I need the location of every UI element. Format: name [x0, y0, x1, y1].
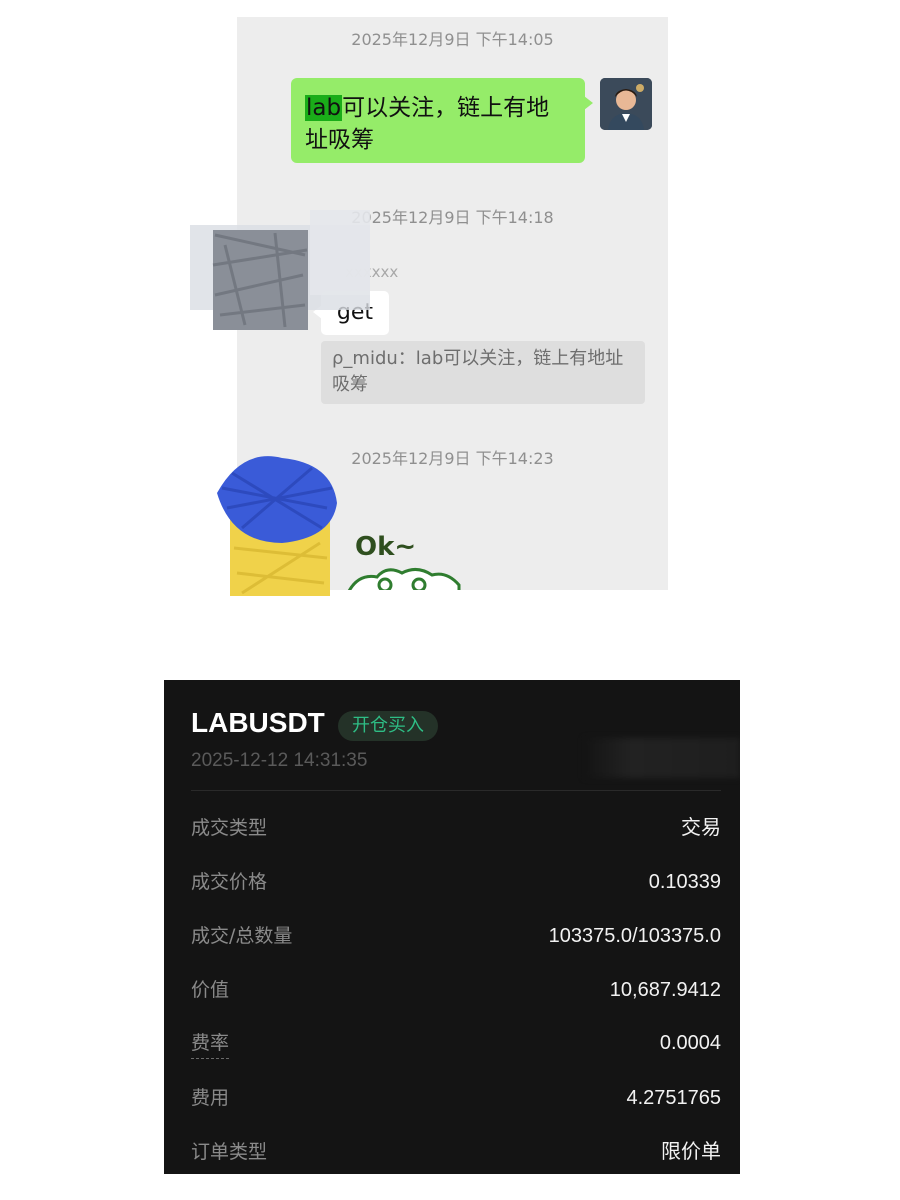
- detail-row-value: 价值 10,687.9412: [191, 975, 721, 1005]
- row-label: 成交类型: [191, 817, 268, 839]
- redacted-avatar: [185, 205, 380, 335]
- search-highlight: lab: [305, 95, 343, 121]
- trade-symbol: LABUSDT: [191, 707, 325, 738]
- my-message-text: 可以关注，链上有地址吸筹: [305, 95, 550, 153]
- fee-rate-tooltip-label[interactable]: 费率: [191, 1028, 230, 1059]
- row-value: 限价单: [661, 1141, 721, 1163]
- detail-row-fee-rate: 费率 0.0004: [191, 1028, 721, 1059]
- row-label: 成交价格: [191, 871, 268, 893]
- trade-side-badge: 开仓买入: [338, 711, 438, 741]
- ok-sticker[interactable]: Ok~: [347, 525, 487, 590]
- detail-row-trade-type: 成交类型 交易: [191, 813, 721, 843]
- detail-row-quantity: 成交/总数量 103375.0/103375.0: [191, 921, 721, 951]
- sticker-text: Ok~: [355, 532, 416, 562]
- detail-row-order-type: 订单类型 限价单: [191, 1137, 721, 1167]
- row-label: 价值: [191, 979, 230, 1001]
- trade-datetime: 2025-12-12 14:31:35: [191, 750, 368, 771]
- redacted-area: [584, 738, 740, 778]
- header-divider: [191, 790, 721, 791]
- row-value: 0.10339: [648, 871, 721, 893]
- redacted-avatar: [212, 448, 342, 598]
- row-value: 0.0004: [659, 1032, 721, 1054]
- detail-row-price: 成交价格 0.10339: [191, 867, 721, 897]
- row-value: 10,687.9412: [609, 979, 721, 1001]
- my-message-bubble[interactable]: lab可以关注，链上有地址吸筹: [291, 78, 593, 163]
- detail-row-fee: 费用 4.2751765: [191, 1083, 721, 1113]
- my-avatar[interactable]: [600, 78, 652, 130]
- chat-timestamp: 2025年12月9日 下午14:05: [351, 30, 554, 49]
- row-label: 订单类型: [191, 1141, 268, 1163]
- quoted-message[interactable]: ρ_midu：lab可以关注，链上有地址吸筹: [321, 341, 645, 404]
- trade-detail-panel: LABUSDT 开仓买入 2025-12-12 14:31:35 成交类型 交易…: [164, 680, 740, 1174]
- row-value: 103375.0/103375.0: [548, 925, 721, 947]
- row-label: 费用: [191, 1087, 230, 1109]
- row-label: 成交/总数量: [191, 925, 293, 947]
- row-value: 4.2751765: [626, 1087, 721, 1109]
- row-value: 交易: [681, 817, 721, 839]
